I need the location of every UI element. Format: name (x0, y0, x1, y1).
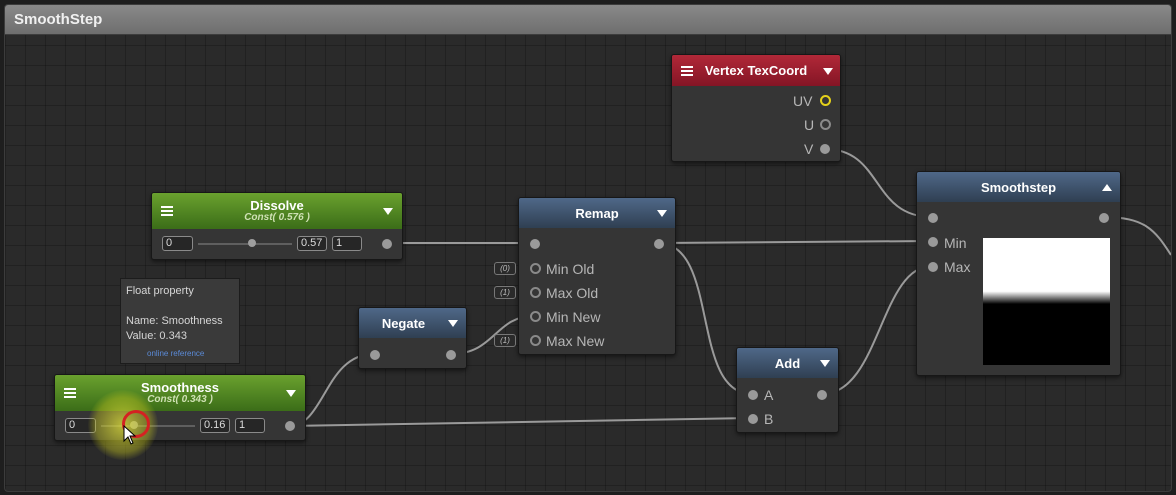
node-header[interactable]: Remap (519, 198, 675, 228)
menu-icon[interactable] (681, 66, 693, 76)
tooltip-type: Float property (126, 285, 194, 297)
collapse-arrow-icon[interactable] (1102, 184, 1112, 191)
dropdown-arrow-icon[interactable] (286, 390, 296, 397)
vertex-texcoord-node[interactable]: Vertex TexCoord UV U V (671, 54, 841, 162)
node-title: Negate (381, 316, 426, 331)
input-port-b[interactable] (748, 414, 758, 424)
output-port-v[interactable] (820, 144, 830, 154)
value-field[interactable]: 0.16 (200, 418, 230, 433)
output-port[interactable] (285, 421, 295, 431)
node-title: Smoothstep (980, 180, 1057, 195)
wire-smoothness-add-b (288, 417, 753, 427)
shader-graph-canvas[interactable]: SmoothStep Vertex TexCoord UV U V Dissol… (4, 4, 1172, 492)
negate-node[interactable]: Negate (358, 307, 467, 369)
menu-icon[interactable] (161, 206, 173, 216)
input-port-a[interactable] (748, 390, 758, 400)
output-port[interactable] (654, 239, 664, 249)
node-header[interactable]: Smoothstep (917, 172, 1120, 202)
min-field[interactable]: 0 (162, 236, 193, 251)
input-label-min-new: Min New (546, 309, 601, 325)
output-label-uv: UV (793, 93, 813, 109)
smoothstep-node[interactable]: Smoothstep Min Max (916, 171, 1121, 376)
input-port-min-old[interactable] (530, 263, 541, 274)
output-label-u: U (804, 117, 815, 133)
input-port-min[interactable] (928, 237, 938, 247)
remap-node[interactable]: Remap Min Old Max Old Min New Max New (518, 197, 676, 355)
node-title: Vertex TexCoord (704, 63, 808, 78)
output-port-uv[interactable] (820, 95, 831, 106)
input-label-max-old: Max Old (546, 285, 599, 301)
node-subtitle: Const( 0.576 ) (244, 212, 310, 223)
online-reference-link[interactable]: online reference (147, 349, 204, 358)
output-port[interactable] (382, 239, 392, 249)
input-label-max-new: Max New (546, 333, 605, 349)
tooltip-value: Value: 0.343 (126, 330, 187, 342)
dissolve-node[interactable]: Dissolve Const( 0.576 ) 0 0.57 1 (151, 192, 403, 260)
input-port[interactable] (370, 350, 380, 360)
value-field[interactable]: 0.57 (297, 236, 327, 251)
input-label-b: B (764, 411, 774, 427)
mouse-pointer-icon (123, 425, 137, 445)
output-label-v: V (804, 141, 814, 157)
slider-knob[interactable] (248, 239, 256, 247)
node-header[interactable]: Add (737, 348, 838, 378)
node-title: Remap (575, 206, 619, 221)
tooltip-name: Name: Smoothness (126, 315, 223, 327)
input-port-max-new[interactable] (530, 335, 541, 346)
input-port[interactable] (928, 213, 938, 223)
input-label-min-old: Min Old (546, 261, 595, 277)
slider-track[interactable] (198, 243, 292, 245)
max-field[interactable]: 1 (332, 236, 362, 251)
menu-icon[interactable] (64, 388, 76, 398)
node-title: Dissolve (250, 198, 304, 213)
node-header[interactable]: Dissolve Const( 0.576 ) (152, 193, 402, 229)
default-value-max-old[interactable]: (1) (494, 286, 516, 299)
node-title: Smoothness (140, 380, 219, 395)
property-tooltip: Float property Name: Smoothness Value: 0… (120, 278, 240, 364)
dropdown-arrow-icon[interactable] (820, 360, 830, 367)
output-port-u[interactable] (820, 119, 831, 130)
output-port[interactable] (817, 390, 827, 400)
node-header[interactable]: Negate (359, 308, 466, 338)
add-node[interactable]: Add A B (736, 347, 839, 433)
dropdown-arrow-icon[interactable] (448, 320, 458, 327)
input-port[interactable] (530, 239, 540, 249)
output-port[interactable] (446, 350, 456, 360)
dropdown-arrow-icon[interactable] (657, 210, 667, 217)
max-field[interactable]: 1 (235, 418, 265, 433)
input-label-a: A (764, 387, 774, 403)
input-port-max[interactable] (928, 262, 938, 272)
default-value-max-new[interactable]: (1) (494, 334, 516, 347)
input-port-max-old[interactable] (530, 287, 541, 298)
output-port[interactable] (1099, 213, 1109, 223)
input-label-min: Min (944, 235, 967, 251)
input-port-min-new[interactable] (530, 311, 541, 322)
default-value-min-old[interactable]: (0) (494, 262, 516, 275)
dropdown-arrow-icon[interactable] (823, 68, 833, 75)
wire-remap-smoothstep-min (657, 240, 933, 244)
dropdown-arrow-icon[interactable] (383, 208, 393, 215)
node-header[interactable]: Vertex TexCoord (672, 55, 840, 86)
node-subtitle: Const( 0.343 ) (147, 394, 213, 405)
input-label-max: Max (944, 259, 971, 275)
preview-image (983, 238, 1110, 365)
